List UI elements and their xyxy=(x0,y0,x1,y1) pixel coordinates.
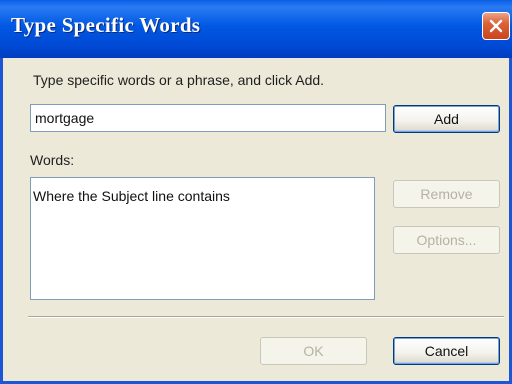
ok-button[interactable]: OK xyxy=(260,337,367,365)
options-button[interactable]: Options... xyxy=(393,226,500,254)
dialog-window: Type Specific Words Type specific words … xyxy=(0,0,512,384)
words-input[interactable] xyxy=(30,104,386,132)
words-list[interactable]: Where the Subject line contains xyxy=(30,177,375,300)
remove-button[interactable]: Remove xyxy=(393,180,500,208)
list-item[interactable]: Where the Subject line contains xyxy=(33,188,230,204)
instruction-text: Type specific words or a phrase, and cli… xyxy=(33,72,325,88)
title-bar: Type Specific Words xyxy=(0,0,512,58)
close-button[interactable] xyxy=(482,12,510,40)
words-label: Words: xyxy=(30,152,75,168)
add-button[interactable]: Add xyxy=(393,105,500,133)
close-icon xyxy=(489,19,503,33)
cancel-button[interactable]: Cancel xyxy=(393,337,500,365)
separator xyxy=(28,316,504,318)
window-title: Type Specific Words xyxy=(11,13,201,37)
